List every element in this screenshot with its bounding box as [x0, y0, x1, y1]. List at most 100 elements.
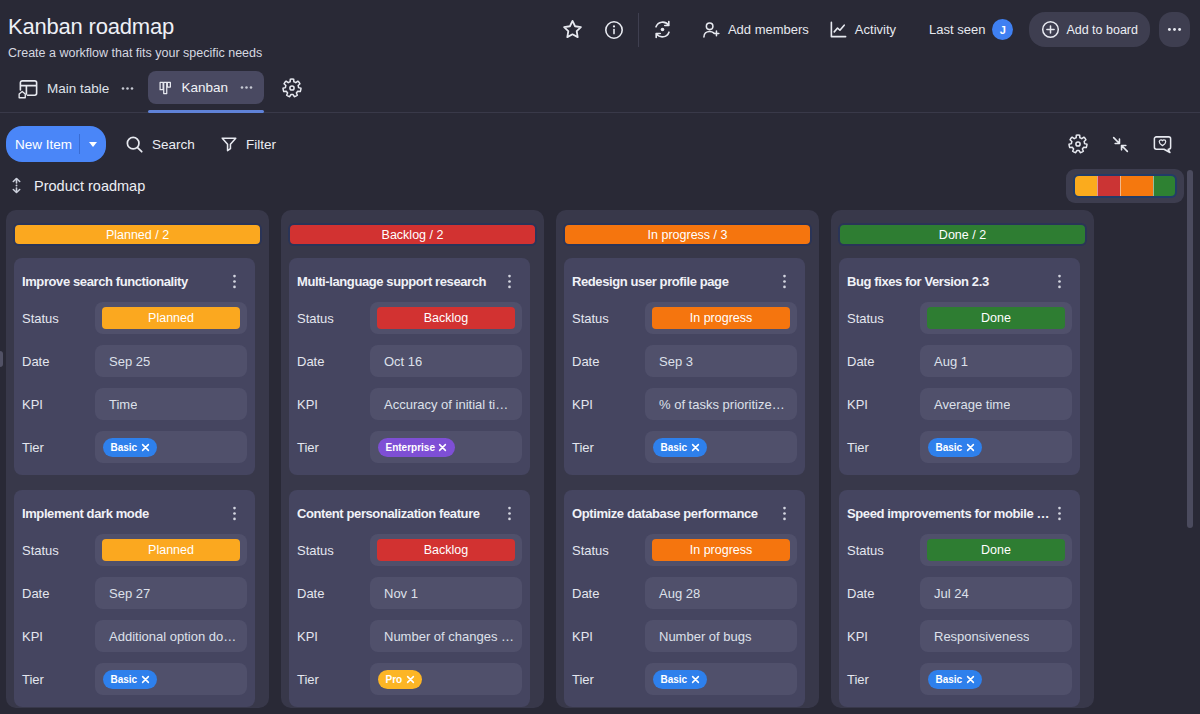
status-cell[interactable]: Planned [95, 534, 247, 566]
favorite-button[interactable] [556, 13, 590, 47]
views-settings-button[interactable] [279, 75, 305, 101]
card-menu-button[interactable] [776, 273, 792, 290]
status-cell[interactable]: In progress [645, 534, 797, 566]
tier-cell[interactable]: Pro [370, 663, 522, 695]
tier-cell[interactable]: Basic [920, 431, 1072, 463]
main-table-menu-button[interactable] [120, 81, 135, 96]
date-cell[interactable]: Oct 16 [370, 345, 522, 377]
date-cell[interactable]: Sep 25 [95, 345, 247, 377]
card-menu-button[interactable] [226, 505, 242, 522]
column-header[interactable]: Backlog / 2 [288, 223, 537, 246]
kpi-cell[interactable]: Additional option do… [95, 620, 247, 652]
tab-main-table[interactable]: Main table [18, 74, 135, 103]
tier-chip[interactable]: Basic [653, 670, 707, 689]
panel-edge-handle[interactable] [0, 351, 3, 367]
status-pill[interactable]: Backlog [377, 307, 515, 329]
status-pill[interactable]: Done [927, 539, 1065, 561]
date-cell[interactable]: Jul 24 [920, 577, 1072, 609]
tier-chip[interactable]: Basic [928, 438, 982, 457]
group-collapse-handle[interactable] [11, 177, 22, 194]
status-cell[interactable]: Done [920, 534, 1072, 566]
status-pill[interactable]: Done [927, 307, 1065, 329]
date-cell[interactable]: Sep 27 [95, 577, 247, 609]
remove-tier-icon[interactable] [406, 675, 415, 684]
tier-chip[interactable]: Enterprise [378, 438, 455, 457]
kanban-card[interactable]: Optimize database performance Status In … [564, 490, 805, 707]
status-cell[interactable]: In progress [645, 302, 797, 334]
date-cell[interactable]: Aug 1 [920, 345, 1072, 377]
tier-cell[interactable]: Basic [95, 431, 247, 463]
tier-cell[interactable]: Basic [645, 431, 797, 463]
kpi-cell[interactable]: Responsiveness [920, 620, 1072, 652]
kanban-card[interactable]: Multi-language support research Status B… [289, 258, 530, 475]
kanban-card[interactable]: Implement dark mode Status Planned Date … [14, 490, 255, 707]
card-menu-button[interactable] [1051, 273, 1067, 290]
remove-tier-icon[interactable] [141, 443, 150, 452]
card-menu-button[interactable] [501, 505, 517, 522]
card-menu-button[interactable] [776, 505, 792, 522]
kanban-card[interactable]: Speed improvements for mobile a… Status … [839, 490, 1080, 707]
last-seen[interactable]: Last seen J [929, 19, 1013, 40]
remove-tier-icon[interactable] [691, 443, 700, 452]
status-pill[interactable]: Planned [102, 307, 240, 329]
new-item-dropdown-button[interactable] [80, 142, 106, 147]
add-members-button[interactable]: Add members [701, 20, 809, 40]
tier-cell[interactable]: Enterprise [370, 431, 522, 463]
kanban-card[interactable]: Bug fixes for Version 2.3 Status Done Da… [839, 258, 1080, 475]
board-info-button[interactable] [597, 13, 631, 47]
kpi-cell[interactable]: Number of bugs [645, 620, 797, 652]
tier-cell[interactable]: Basic [95, 663, 247, 695]
tier-cell[interactable]: Basic [920, 663, 1072, 695]
kpi-cell[interactable]: Average time [920, 388, 1072, 420]
tier-cell[interactable]: Basic [645, 663, 797, 695]
remove-tier-icon[interactable] [966, 675, 975, 684]
status-battery[interactable] [1066, 169, 1184, 203]
kanban-settings-button[interactable] [1066, 132, 1090, 156]
remove-tier-icon[interactable] [691, 675, 700, 684]
status-pill[interactable]: In progress [652, 307, 790, 329]
integrate-button[interactable] [646, 13, 680, 47]
card-menu-button[interactable] [226, 273, 242, 290]
kanban-card[interactable]: Content personalization feature Status B… [289, 490, 530, 707]
status-cell[interactable]: Done [920, 302, 1072, 334]
tier-chip[interactable]: Basic [653, 438, 707, 457]
kpi-cell[interactable]: Time [95, 388, 247, 420]
card-menu-button[interactable] [501, 273, 517, 290]
tier-chip[interactable]: Basic [103, 670, 157, 689]
tier-chip[interactable]: Pro [378, 670, 422, 689]
search-button[interactable]: Search [125, 126, 195, 162]
activity-button[interactable]: Activity [829, 20, 896, 39]
filter-button[interactable]: Filter [220, 126, 276, 162]
status-pill[interactable]: Planned [102, 539, 240, 561]
tier-chip[interactable]: Basic [103, 438, 157, 457]
column-header[interactable]: Done / 2 [838, 223, 1087, 246]
remove-tier-icon[interactable] [438, 443, 447, 452]
new-item-button[interactable]: New Item [6, 126, 106, 162]
status-pill[interactable]: In progress [652, 539, 790, 561]
date-cell[interactable]: Sep 3 [645, 345, 797, 377]
avatar[interactable]: J [992, 19, 1013, 40]
card-menu-button[interactable] [1051, 505, 1067, 522]
vertical-scrollbar-thumb[interactable] [1187, 170, 1194, 528]
tab-kanban[interactable]: Kanban [148, 71, 264, 104]
feedback-button[interactable] [1150, 132, 1174, 156]
kanban-card[interactable]: Improve search functionality Status Plan… [14, 258, 255, 475]
status-pill[interactable]: Backlog [377, 539, 515, 561]
tier-chip[interactable]: Basic [928, 670, 982, 689]
remove-tier-icon[interactable] [141, 675, 150, 684]
collapse-view-button[interactable] [1108, 132, 1132, 156]
board-more-button[interactable] [1159, 12, 1190, 47]
kanban-card[interactable]: Redesign user profile page Status In pro… [564, 258, 805, 475]
kanban-menu-button[interactable] [239, 80, 254, 95]
date-cell[interactable]: Aug 28 [645, 577, 797, 609]
kpi-cell[interactable]: % of tasks prioritize… [645, 388, 797, 420]
status-cell[interactable]: Backlog [370, 302, 522, 334]
kpi-cell[interactable]: Accuracy of initial ti… [370, 388, 522, 420]
column-header[interactable]: Planned / 2 [13, 223, 262, 246]
kpi-cell[interactable]: Number of changes … [370, 620, 522, 652]
add-to-board-button[interactable]: Add to board [1029, 12, 1150, 47]
status-cell[interactable]: Planned [95, 302, 247, 334]
column-header[interactable]: In progress / 3 [563, 223, 812, 246]
remove-tier-icon[interactable] [966, 443, 975, 452]
status-cell[interactable]: Backlog [370, 534, 522, 566]
